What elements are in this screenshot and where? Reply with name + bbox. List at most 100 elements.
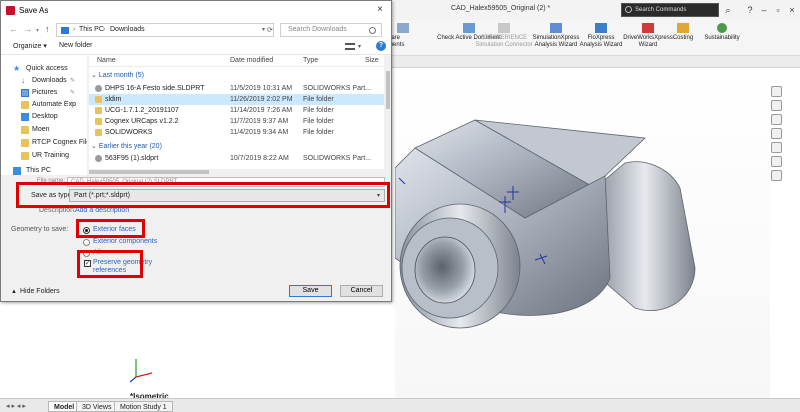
- tab-scroll-arrows-icon[interactable]: ◂ ▸ ◂ ▸: [6, 402, 26, 410]
- forward-arrow-icon[interactable]: →: [23, 24, 32, 34]
- palette-icon[interactable]: [771, 156, 782, 167]
- breadcrumb-downloads[interactable]: Downloads: [110, 26, 145, 33]
- pc-icon: [61, 27, 69, 34]
- ribbon-sustainability[interactable]: Sustainability: [703, 23, 741, 42]
- graphics-viewport[interactable]: [394, 68, 770, 398]
- chevron-down-icon[interactable]: ▾: [262, 26, 265, 33]
- appearances-icon[interactable]: [771, 142, 782, 153]
- ribbon-compare-documents[interactable]: pare ments: [388, 23, 418, 49]
- nav-item-label: Desktop: [32, 113, 58, 120]
- file-list: Name Date modified Type Size ⌄ Last month…: [89, 55, 384, 175]
- save-as-type-value: Part (*.prt;*.sldprt): [74, 192, 131, 199]
- organize-menu[interactable]: Organize ▾: [13, 42, 47, 50]
- nav-item-downloads[interactable]: ↓ Downloads ✎: [1, 75, 87, 87]
- exterior-components-radio[interactable]: [83, 239, 90, 246]
- cancel-button[interactable]: Cancel: [340, 285, 383, 297]
- file-name: UCG-1.7.1.2_20191107: [105, 107, 179, 114]
- pc-icon: [13, 167, 21, 175]
- file-name: sldim: [105, 96, 122, 103]
- file-row[interactable]: DHPS 16-A Festo side.SLDPRT 11/5/2019 10…: [89, 83, 384, 94]
- horizontal-scrollbar[interactable]: [89, 169, 384, 175]
- save-button[interactable]: Save: [289, 285, 332, 297]
- column-header-name[interactable]: Name: [97, 57, 116, 64]
- nav-item-this-pc[interactable]: This PC: [1, 165, 87, 175]
- properties-icon[interactable]: [771, 170, 782, 181]
- all-components-radio[interactable]: [83, 250, 90, 257]
- add-description-link[interactable]: Add a description: [75, 207, 129, 214]
- floxpress-icon: [595, 23, 607, 33]
- hide-folders-toggle[interactable]: ▲ Hide Folders: [11, 288, 60, 295]
- exterior-faces-label[interactable]: Exterior faces: [93, 226, 136, 233]
- ribbon-simulationxpress[interactable]: SimulationXpress Analysis Wizard: [532, 23, 580, 49]
- folder-icon: [21, 101, 29, 109]
- chevron-down-icon: ⌄: [91, 72, 97, 79]
- nav-item-automate-exp[interactable]: Automate Exp ✎: [1, 99, 87, 111]
- help-icon[interactable]: ?: [376, 41, 386, 51]
- tab-motion-study[interactable]: Motion Study 1: [114, 401, 173, 412]
- refresh-icon[interactable]: ⟳: [267, 26, 273, 34]
- ribbon-costing[interactable]: Costing: [670, 23, 696, 42]
- vertical-scrollbar[interactable]: [385, 67, 391, 171]
- search-icon[interactable]: ⌕: [723, 5, 733, 15]
- group-label: Earlier this year (20): [98, 143, 162, 150]
- file-row[interactable]: sldim 11/26/2019 2:02 PM File folder: [89, 94, 384, 105]
- file-row[interactable]: Cognex URCaps v1.2.2 11/7/2019 9:37 AM F…: [89, 116, 384, 127]
- exterior-components-label[interactable]: Exterior components: [93, 238, 157, 245]
- exterior-faces-radio[interactable]: [83, 227, 90, 234]
- up-arrow-icon[interactable]: ↑: [45, 24, 50, 34]
- navigation-pane: ★ Quick access ↓ Downloads ✎ Pictures ✎ …: [1, 55, 87, 175]
- nav-item-moen[interactable]: Moen: [1, 124, 87, 136]
- new-folder-button[interactable]: New folder: [59, 42, 92, 49]
- nav-item-rtcp-cognex[interactable]: RTCP Cognex File: [1, 137, 87, 149]
- folder-icon: [95, 96, 102, 103]
- column-header-type[interactable]: Type: [303, 57, 318, 64]
- scrollbar-thumb[interactable]: [89, 170, 209, 174]
- design-library-icon[interactable]: [771, 114, 782, 125]
- maximize-icon[interactable]: ▫: [773, 5, 783, 15]
- group-header-earlier-this-year[interactable]: ⌄ Earlier this year (20): [91, 142, 162, 150]
- ribbon-label: SimulationXpress Analysis Wizard: [532, 35, 580, 48]
- group-header-last-month[interactable]: ⌄ Last month (5): [91, 71, 144, 79]
- column-header-date[interactable]: Date modified: [230, 57, 273, 64]
- back-arrow-icon[interactable]: ←: [9, 24, 18, 34]
- nav-item-label: Pictures: [32, 89, 58, 96]
- ribbon-floxpress[interactable]: FloXpress Analysis Wizard: [579, 23, 623, 49]
- save-as-type-label: Save as type:: [31, 192, 74, 199]
- search-icon: [625, 6, 632, 13]
- file-row[interactable]: UCG-1.7.1.2_20191107 11/14/2019 7:26 AM …: [89, 105, 384, 116]
- address-bar[interactable]: › This PC › Downloads ▾: [56, 23, 274, 37]
- folder-icon: [21, 126, 29, 134]
- preserve-geometry-label[interactable]: Preserve geometry references: [93, 259, 152, 275]
- ribbon-3dexperience-simulation[interactable]: 3DEXPERIENCE Simulation Connector: [474, 23, 534, 49]
- minimize-icon[interactable]: –: [759, 5, 769, 15]
- chevron-down-icon[interactable]: ▾: [36, 26, 39, 36]
- folder-icon: [95, 107, 102, 114]
- file-row[interactable]: SOLIDWORKS 11/4/2019 9:34 AM File folder: [89, 127, 384, 138]
- resources-icon[interactable]: [771, 100, 782, 111]
- preserve-geometry-checkbox[interactable]: ✓: [84, 260, 91, 267]
- ribbon-driveworksxpress[interactable]: DriveWorksXpress Wizard: [622, 23, 674, 49]
- view-options-icon[interactable]: [345, 43, 355, 50]
- file-name-input[interactable]: CAD_Halex59505_Original (2).SLDPRT: [67, 177, 385, 187]
- search-downloads-input[interactable]: Search Downloads: [280, 23, 382, 37]
- breadcrumb-this-pc[interactable]: This PC: [79, 26, 104, 33]
- nav-item-pictures[interactable]: Pictures ✎: [1, 87, 87, 99]
- nav-item-quick-access[interactable]: ★ Quick access: [1, 63, 87, 75]
- scrollbar-thumb[interactable]: [386, 71, 390, 109]
- file-type: SOLIDWORKS Part...: [303, 85, 372, 92]
- save-as-type-select[interactable]: Part (*.prt;*.sldprt) ▾: [69, 189, 385, 202]
- file-explorer-icon[interactable]: [771, 128, 782, 139]
- all-components-label[interactable]: All: [93, 249, 101, 256]
- column-header-size[interactable]: Size: [365, 57, 379, 64]
- nav-item-ur-training[interactable]: UR Training: [1, 150, 87, 162]
- save-as-dialog: Save As × ← → ▾ ↑ › This PC › Downloads …: [0, 0, 392, 302]
- chevron-down-icon[interactable]: ▾: [358, 43, 361, 50]
- home-icon[interactable]: [771, 86, 782, 97]
- close-icon[interactable]: ×: [787, 5, 797, 15]
- help-icon[interactable]: ?: [745, 5, 755, 15]
- nav-item-desktop[interactable]: Desktop: [1, 111, 87, 123]
- sw-search-commands[interactable]: Search Commands: [621, 3, 719, 17]
- close-icon[interactable]: ×: [375, 5, 385, 15]
- file-row[interactable]: 563F95 (1).sldprt 10/7/2019 8:22 AM SOLI…: [89, 153, 384, 164]
- tab-3d-views[interactable]: 3D Views: [76, 401, 118, 412]
